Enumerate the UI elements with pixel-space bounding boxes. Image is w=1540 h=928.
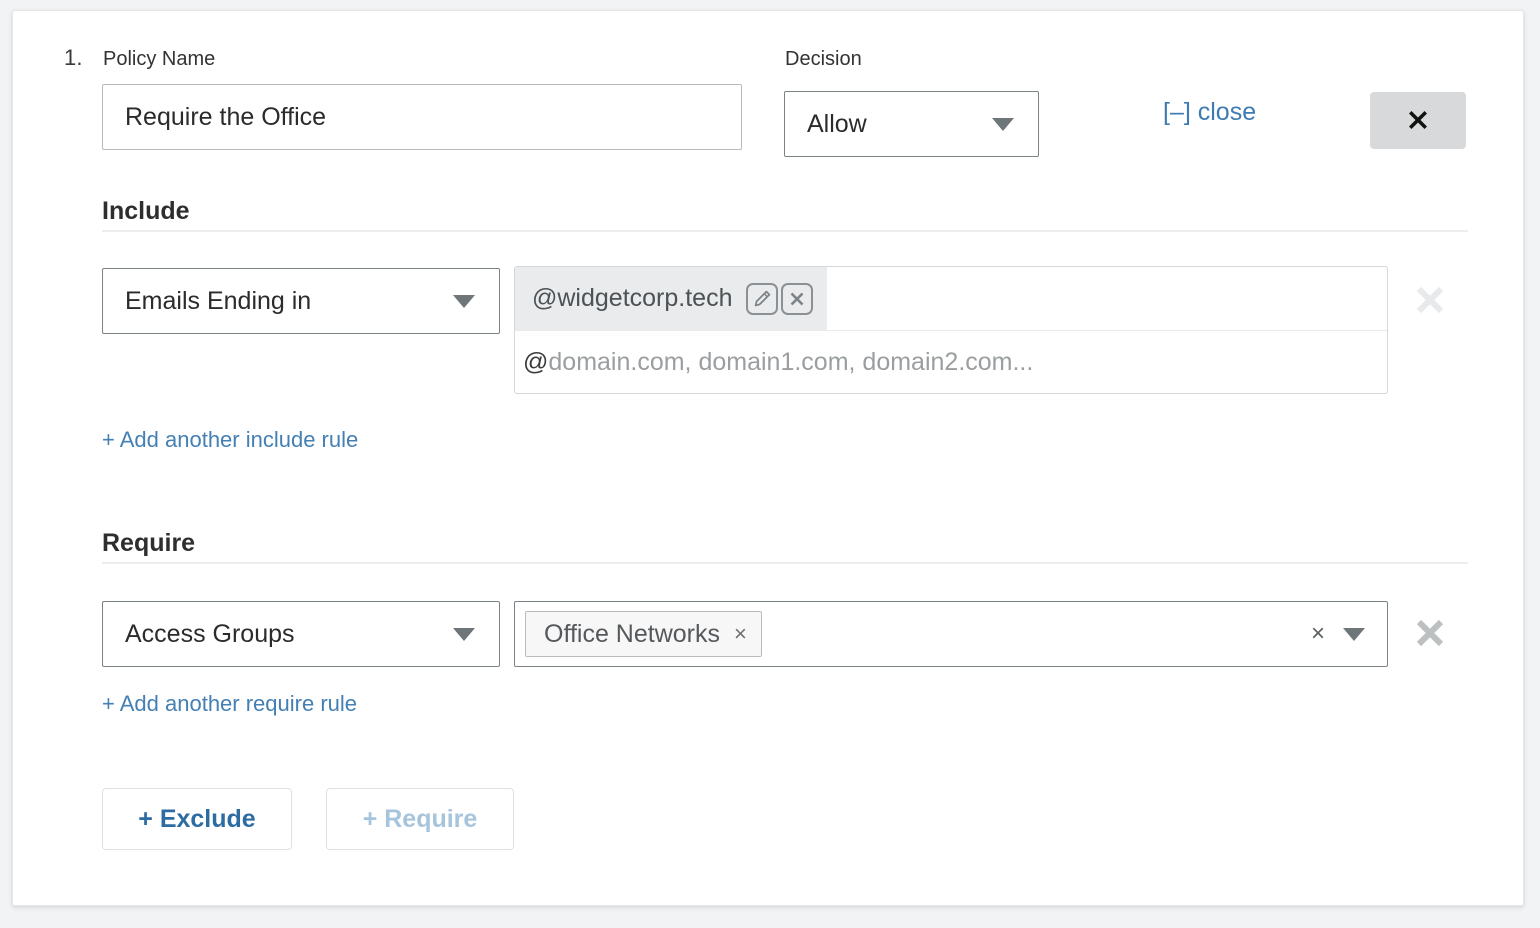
include-domain-input[interactable] xyxy=(548,347,1387,377)
require-chip-label: Office Networks xyxy=(544,619,720,648)
require-section-title: Require xyxy=(102,529,196,557)
require-rule-type-value: Access Groups xyxy=(125,619,295,648)
include-chip[interactable]: @widgetcorp.tech xyxy=(515,267,828,330)
chevron-down-icon xyxy=(453,627,475,641)
include-input-row[interactable]: @ xyxy=(515,331,1387,393)
decision-select-value: Allow xyxy=(807,109,867,138)
add-exclude-button[interactable]: + Exclude xyxy=(102,788,292,850)
add-include-rule-link[interactable]: + Add another include rule xyxy=(102,427,358,453)
include-section-title: Include xyxy=(102,197,190,225)
include-rule-type-select[interactable]: Emails Ending in xyxy=(102,268,500,334)
include-rule-remove-button[interactable] xyxy=(1413,283,1447,317)
require-chip[interactable]: Office Networks × xyxy=(525,611,762,657)
at-symbol-prefix: @ xyxy=(523,347,549,376)
chip-edit-button[interactable] xyxy=(746,282,779,315)
include-chip-row: @widgetcorp.tech xyxy=(515,267,1387,331)
close-x-icon xyxy=(1409,110,1427,129)
add-require-button[interactable]: + Require xyxy=(326,788,514,850)
x-delete-icon xyxy=(791,292,804,305)
policy-name-label: Policy Name xyxy=(103,48,216,70)
include-divider xyxy=(102,230,1468,232)
pencil-edit-icon xyxy=(755,290,771,306)
decision-label: Decision xyxy=(785,48,862,70)
chevron-down-icon xyxy=(992,117,1014,131)
collapse-close-link[interactable]: [–] close xyxy=(1163,98,1256,127)
include-value-tagbox[interactable]: @widgetcorp.tech @ xyxy=(514,266,1388,394)
require-rule-remove-button[interactable] xyxy=(1413,616,1447,650)
policy-index-number: 1. xyxy=(64,45,83,70)
x-remove-icon xyxy=(1416,619,1444,647)
policy-name-input[interactable] xyxy=(102,84,742,150)
require-value-multiselect[interactable]: Office Networks × × xyxy=(514,601,1388,667)
x-remove-icon xyxy=(1416,286,1444,314)
clear-x-icon[interactable]: × xyxy=(1311,622,1325,646)
add-require-rule-link[interactable]: + Add another require rule xyxy=(102,691,357,717)
decision-select[interactable]: Allow xyxy=(784,91,1039,157)
require-rule-type-select[interactable]: Access Groups xyxy=(102,601,500,667)
policy-header-row: 1. Policy Name Decision Allow [–] close xyxy=(13,11,1523,171)
policy-card: 1. Policy Name Decision Allow [–] close … xyxy=(12,10,1524,906)
include-chip-label: @widgetcorp.tech xyxy=(532,284,733,312)
x-small-icon[interactable]: × xyxy=(734,623,747,645)
caret-down-icon[interactable] xyxy=(1343,627,1365,641)
chip-delete-button[interactable] xyxy=(781,282,814,315)
chevron-down-icon xyxy=(453,294,475,308)
require-divider xyxy=(102,562,1468,564)
include-rule-type-value: Emails Ending in xyxy=(125,286,312,315)
delete-policy-button[interactable] xyxy=(1370,92,1466,149)
